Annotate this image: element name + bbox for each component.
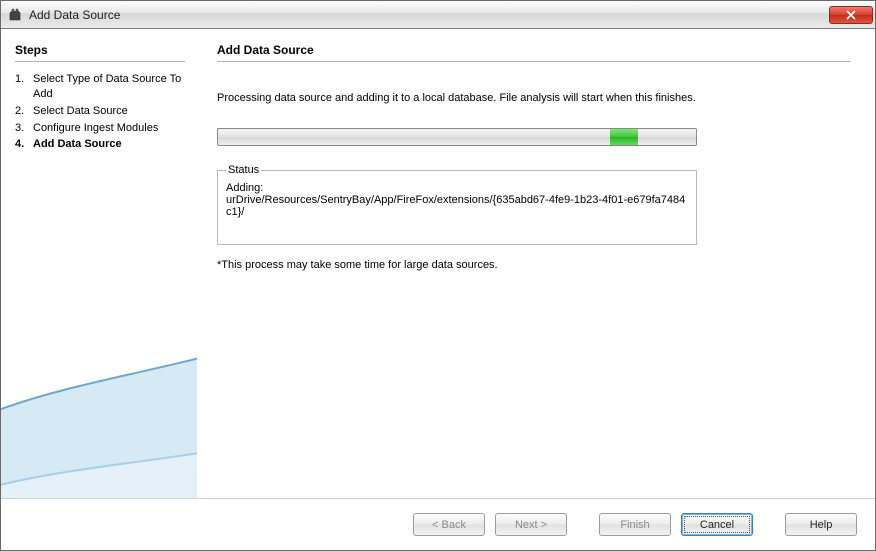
step-number: 1. — [15, 72, 33, 102]
cancel-button[interactable]: Cancel — [681, 513, 753, 536]
status-group: Status Adding: urDrive/Resources/SentryB… — [217, 164, 697, 245]
steps-list: 1.Select Type of Data Source To Add2.Sel… — [15, 72, 185, 152]
step-label: Add Data Source — [33, 137, 185, 152]
steps-divider — [15, 61, 185, 62]
processing-message: Processing data source and adding it to … — [217, 92, 851, 104]
help-button[interactable]: Help — [785, 513, 857, 536]
step-item: 1.Select Type of Data Source To Add — [15, 72, 185, 102]
duration-note: *This process may take some time for lar… — [217, 259, 851, 271]
window-close-button[interactable] — [829, 6, 873, 24]
main-panel: Add Data Source Processing data source a… — [197, 29, 875, 498]
page-heading-divider — [217, 61, 851, 62]
app-icon — [7, 7, 23, 23]
wizard-body: Steps 1.Select Type of Data Source To Ad… — [1, 29, 875, 498]
steps-sidebar: Steps 1.Select Type of Data Source To Ad… — [1, 29, 197, 498]
wizard-footer: < Back Next > Finish Cancel Help — [1, 498, 875, 550]
decorative-swoosh — [1, 238, 197, 498]
titlebar: Add Data Source — [1, 1, 875, 29]
step-number: 3. — [15, 121, 33, 136]
finish-button[interactable]: Finish — [599, 513, 671, 536]
step-item: 2.Select Data Source — [15, 104, 185, 119]
status-line-1: Adding: — [226, 182, 688, 194]
step-label: Select Data Source — [33, 104, 185, 119]
step-item: 4.Add Data Source — [15, 137, 185, 152]
page-heading: Add Data Source — [217, 43, 851, 57]
back-button[interactable]: < Back — [413, 513, 485, 536]
step-number: 4. — [15, 137, 33, 152]
status-legend: Status — [226, 164, 261, 176]
progress-bar — [217, 128, 697, 146]
step-label: Select Type of Data Source To Add — [33, 72, 185, 102]
step-number: 2. — [15, 104, 33, 119]
next-button[interactable]: Next > — [495, 513, 567, 536]
step-label: Configure Ingest Modules — [33, 121, 185, 136]
steps-heading: Steps — [15, 43, 185, 57]
step-item: 3.Configure Ingest Modules — [15, 121, 185, 136]
window-title: Add Data Source — [29, 8, 827, 22]
progress-chunk — [610, 129, 638, 145]
wizard-window: Add Data Source Steps 1.Select Type of D… — [0, 0, 876, 551]
status-line-2: urDrive/Resources/SentryBay/App/FireFox/… — [226, 194, 688, 218]
